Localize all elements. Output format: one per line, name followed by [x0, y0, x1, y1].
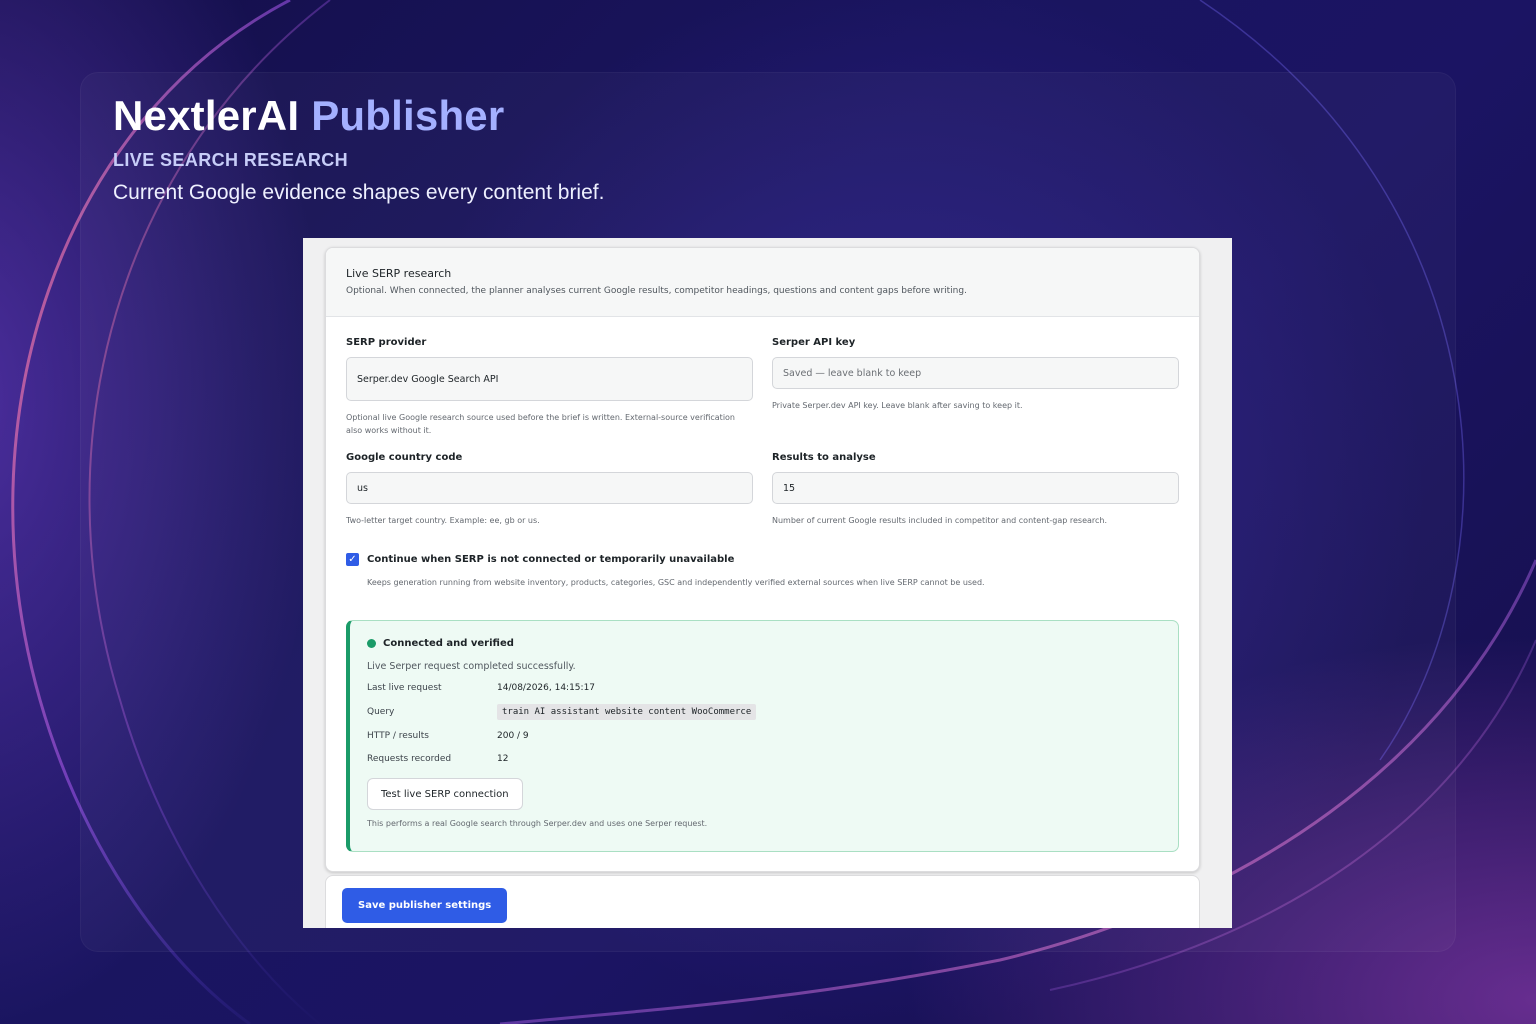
detail-row: HTTP / results 200 / 9: [367, 729, 1160, 743]
api-key-input[interactable]: Saved — leave blank to keep: [772, 357, 1179, 389]
detail-key: HTTP / results: [367, 731, 429, 741]
fallback-checkbox[interactable]: ✓: [346, 553, 359, 566]
detail-row: Requests recorded 12: [367, 752, 1160, 766]
hero-subtitle: Current Google evidence shapes every con…: [113, 181, 605, 204]
api-key-help: Private Serper.dev API key. Leave blank …: [772, 401, 1023, 410]
detail-key: Requests recorded: [367, 754, 452, 764]
country-label: Google country code: [346, 452, 463, 463]
hero-eyebrow: LIVE SEARCH RESEARCH: [113, 150, 349, 170]
detail-key: Query: [367, 707, 395, 717]
checkmark-icon: ✓: [348, 553, 357, 565]
hero: NextlerAI Publisher LIVE SEARCH RESEARCH …: [113, 92, 604, 205]
results-label: Results to analyse: [772, 452, 876, 463]
serp-settings-card: Live SERP research Optional. When connec…: [325, 247, 1200, 872]
save-bar: Save publisher settings: [325, 875, 1200, 928]
provider-field: SERP provider Serper.dev Google Search A…: [346, 337, 753, 437]
save-settings-button[interactable]: Save publisher settings: [342, 888, 508, 923]
test-connection-button[interactable]: Test live SERP connection: [367, 778, 523, 810]
fallback-option[interactable]: ✓ Continue when SERP is not connected or…: [346, 553, 734, 566]
status-footnote: This performs a real Google search throu…: [367, 819, 708, 828]
fallback-help: Keeps generation running from website in…: [367, 578, 985, 587]
results-help: Number of current Google results include…: [772, 516, 1108, 525]
product-name: Publisher: [311, 92, 505, 139]
detail-row: Query train AI assistant website content…: [367, 704, 1160, 720]
card-header: Live SERP research Optional. When connec…: [326, 248, 1199, 317]
results-field: Results to analyse 15 Number of current …: [772, 452, 1179, 527]
brand-name: NextlerAI: [113, 92, 300, 139]
status-message: Live Serper request completed successful…: [367, 661, 576, 672]
detail-value: 14/08/2026, 14:15:17: [497, 683, 596, 693]
status-dot-icon: [367, 639, 376, 648]
hero-title: NextlerAI Publisher: [113, 92, 604, 140]
status-header: Connected and verified: [367, 638, 1160, 649]
fallback-label[interactable]: Continue when SERP is not connected or t…: [367, 554, 734, 565]
status-title: Connected and verified: [383, 638, 514, 649]
provider-help: Optional live Google research source use…: [346, 413, 735, 435]
country-field: Google country code us Two-letter target…: [346, 452, 753, 527]
results-input[interactable]: 15: [772, 472, 1179, 504]
settings-window: Live SERP research Optional. When connec…: [303, 238, 1232, 928]
detail-value: 12: [497, 754, 509, 764]
detail-key: Last live request: [367, 683, 442, 693]
country-input[interactable]: us: [346, 472, 753, 504]
connection-status-panel: Connected and verified Live Serper reque…: [346, 620, 1179, 852]
detail-value: 200 / 9: [497, 731, 529, 741]
provider-label: SERP provider: [346, 337, 427, 348]
country-help: Two-letter target country. Example: ee, …: [346, 516, 540, 525]
api-key-field: Serper API key Saved — leave blank to ke…: [772, 337, 1179, 412]
status-details: Last live request 14/08/2026, 14:15:17 Q…: [367, 681, 1160, 766]
api-key-label: Serper API key: [772, 337, 856, 348]
provider-select[interactable]: Serper.dev Google Search API: [346, 357, 753, 401]
card-description: Optional. When connected, the planner an…: [346, 286, 967, 296]
card-title: Live SERP research: [346, 267, 452, 280]
detail-row: Last live request 14/08/2026, 14:15:17: [367, 681, 1160, 695]
query-code: train AI assistant website content WooCo…: [497, 704, 757, 720]
